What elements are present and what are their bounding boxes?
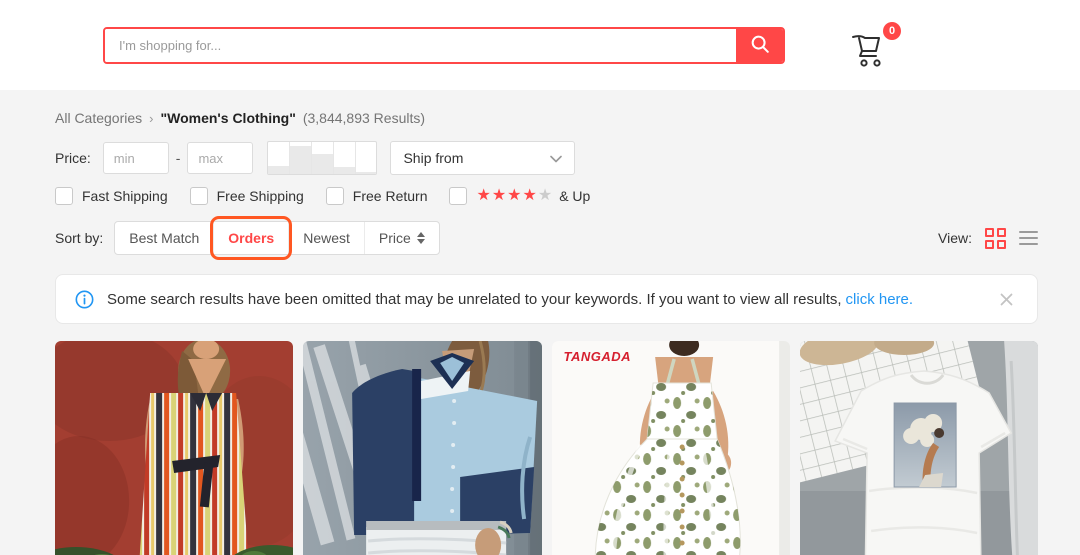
omitted-results-banner: Some search results have been omitted th… [55,274,1038,324]
price-histogram[interactable] [267,141,377,175]
checkbox[interactable] [326,187,344,205]
close-icon[interactable] [995,288,1018,311]
price-max-input[interactable] [187,142,253,174]
sort-options-group: Best Match Orders Newest Price [114,221,440,255]
ship-from-label: Ship from [403,150,463,166]
star-icon: ★ [507,188,522,204]
sort-orders[interactable]: Orders [213,222,288,254]
product-image [800,341,1038,555]
breadcrumb-separator: › [149,111,153,126]
cart-button[interactable]: 0 [849,26,897,70]
sort-arrows-icon [417,232,425,244]
cart-count-badge: 0 [883,22,901,40]
price-min-input[interactable] [103,142,169,174]
breadcrumb: All Categories › "Women's Clothing" (3,8… [55,108,1038,128]
filter-label: Free Shipping [217,188,304,204]
search-bar [103,27,785,64]
product-card-blue-blouse[interactable] [303,341,541,555]
main-content: All Categories › "Women's Clothing" (3,8… [0,90,1080,555]
star-icon: ★ [523,188,538,204]
breadcrumb-all-categories[interactable]: All Categories [55,110,142,126]
product-grid: TANGADA [55,341,1038,555]
price-dash: - [176,150,181,166]
list-view-icon[interactable] [1019,231,1038,245]
view-label: View: [938,230,972,246]
star-icon: ★ [492,188,507,204]
view-controls: View: [938,228,1038,249]
grid-view-icon[interactable] [985,228,1006,249]
banner-message: Some search results have been omitted th… [107,291,842,308]
header: 0 [0,0,1080,90]
search-input[interactable] [105,29,736,62]
product-card-white-tshirt[interactable] [800,341,1038,555]
results-count: (3,844,893 Results) [303,110,425,126]
product-image [55,341,293,555]
ship-from-dropdown[interactable]: Ship from [390,141,575,175]
search-results-page: 0 All Categories › "Women's Clothing" (3… [0,0,1080,555]
filter-label: Fast Shipping [82,188,168,204]
price-filter-row: Price: - Ship from [55,141,1038,175]
sort-orders-label: Orders [228,230,274,246]
click-here-link[interactable]: click here. [846,291,914,308]
price-label: Price: [55,150,91,166]
search-button[interactable] [736,29,783,62]
cart-icon [849,57,893,74]
checkbox[interactable] [55,187,73,205]
product-image [552,341,790,555]
sort-best-match[interactable]: Best Match [115,222,213,254]
sort-price-label: Price [379,230,411,246]
breadcrumb-current-query: "Women's Clothing" [161,110,296,126]
sort-price[interactable]: Price [364,222,439,254]
rating-stars: ★ ★ ★ ★ ★ [476,188,553,204]
sort-newest[interactable]: Newest [288,222,364,254]
product-image [303,341,541,555]
checkbox[interactable] [190,187,208,205]
info-icon [75,290,94,309]
search-icon [749,33,771,58]
filter-rating-4-up[interactable]: ★ ★ ★ ★ ★ & Up [449,187,590,205]
star-icon: ★ [476,188,491,204]
shipping-filter-row: Fast Shipping Free Shipping Free Return … [55,185,1038,207]
filter-label: Free Return [353,188,428,204]
checkbox[interactable] [449,187,467,205]
product-card-striped-dress[interactable] [55,341,293,555]
chevron-down-icon [550,150,562,166]
filter-fast-shipping[interactable]: Fast Shipping [55,187,168,205]
filter-free-return[interactable]: Free Return [326,187,428,205]
brand-logo-text: TANGADA [564,349,632,364]
product-card-pineapple-dress[interactable]: TANGADA [552,341,790,555]
sort-row: Sort by: Best Match Orders Newest Price … [55,221,1038,255]
star-icon: ★ [538,188,553,204]
filter-free-shipping[interactable]: Free Shipping [190,187,304,205]
rating-suffix: & Up [559,188,590,204]
sort-by-label: Sort by: [55,230,103,246]
